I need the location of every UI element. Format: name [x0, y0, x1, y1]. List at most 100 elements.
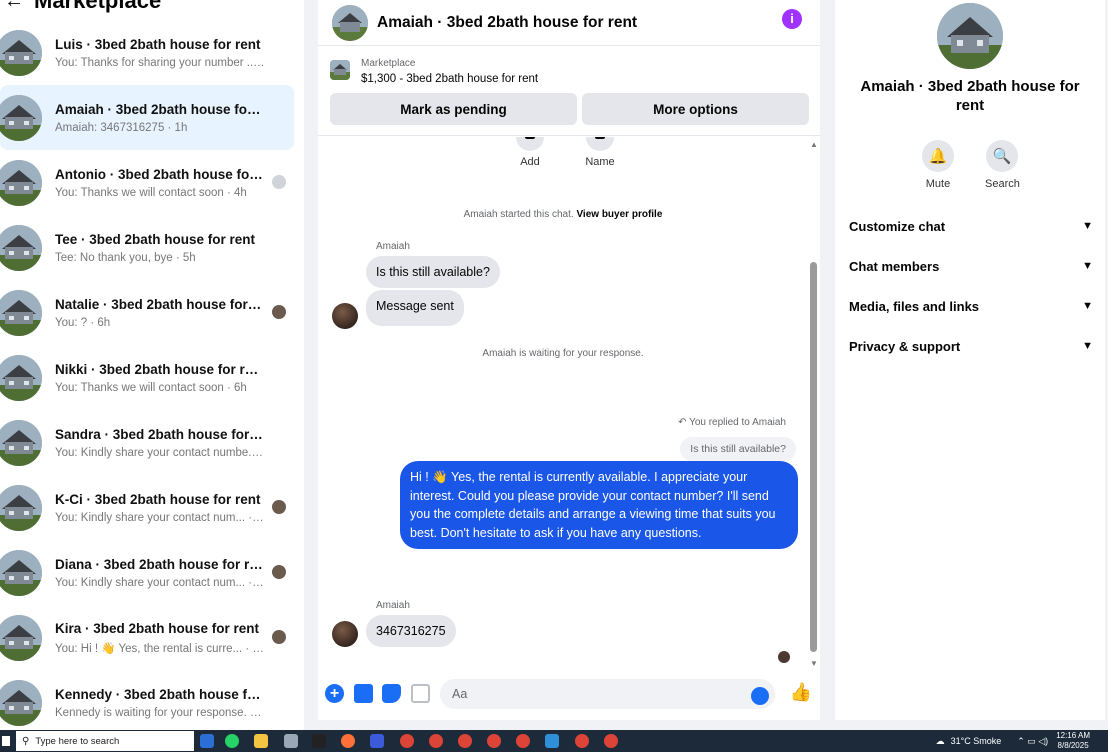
gif-icon[interactable]: [411, 684, 430, 703]
scroll-thumb[interactable]: [810, 262, 817, 652]
conversation-item[interactable]: Antonio · 3bed 2bath house for ... You: T…: [0, 150, 294, 215]
section-privacy-support[interactable]: Privacy & support ▼: [849, 331, 1093, 361]
listing-source: Marketplace: [361, 58, 416, 69]
conversation-item[interactable]: K-Ci · 3bed 2bath house for rent You: Kin…: [0, 475, 294, 540]
more-options-button[interactable]: More options: [582, 93, 809, 125]
chrome-icon[interactable]: [458, 734, 472, 748]
replied-notice: ↶ You replied to Amaiah: [678, 417, 786, 428]
tray-icons[interactable]: ⌃ ▭ ◁): [1017, 736, 1048, 747]
conversation-thumbnail: [0, 29, 42, 76]
conversation-text: Luis · 3bed 2bath house for rent You: Tha…: [55, 37, 265, 69]
chat-panel: Amaiah · 3bed 2bath house for rent i Mar…: [318, 0, 820, 720]
chrome-icon[interactable]: [429, 734, 443, 748]
conversation-item[interactable]: Sandra · 3bed 2bath house for rent You: K…: [0, 410, 294, 475]
photos-icon[interactable]: [545, 734, 559, 748]
chrome-icon[interactable]: [400, 734, 414, 748]
pencil-icon: [586, 137, 614, 151]
calculator-icon[interactable]: [200, 734, 214, 748]
conversation-item[interactable]: Nikki · 3bed 2bath house for rent You: Th…: [0, 345, 294, 410]
chevron-down-icon: ▼: [1082, 220, 1093, 232]
app-icon[interactable]: [284, 734, 298, 748]
conversation-thumbnail: [0, 484, 42, 531]
chrome-icon[interactable]: [575, 734, 589, 748]
conversation-item[interactable]: Amaiah · 3bed 2bath house for rent Amaiah…: [0, 85, 294, 150]
search-action[interactable]: 🔍 Search: [985, 140, 1020, 190]
whatsapp-icon[interactable]: [225, 734, 239, 748]
conversation-snippet: Amaiah: 3467316275 · 1h: [55, 121, 188, 134]
sender-label: Amaiah: [376, 241, 410, 252]
back-arrow-icon[interactable]: ←: [4, 0, 24, 13]
scroll-down-icon[interactable]: ▼: [810, 659, 818, 668]
sender-avatar[interactable]: [332, 621, 358, 647]
chat-title[interactable]: Amaiah · 3bed 2bath house for rent: [377, 14, 637, 32]
sticker-icon[interactable]: [382, 684, 401, 703]
chrome-icon[interactable]: [516, 734, 530, 748]
chrome-icon[interactable]: [604, 734, 618, 748]
conversation-item[interactable]: Kennedy · 3bed 2bath house for re... Kenn…: [0, 670, 294, 730]
message-input[interactable]: Aa: [440, 679, 775, 709]
section-label: Privacy & support: [849, 338, 961, 354]
emoji-icon[interactable]: [751, 687, 769, 705]
view-buyer-profile-link[interactable]: View buyer profile: [576, 209, 662, 220]
clock-time: 12:16 AM: [1056, 731, 1090, 740]
conversation-thumbnail: [0, 289, 42, 336]
conversation-name: Luis · 3bed 2bath house for rent: [55, 36, 261, 52]
weather-text[interactable]: 31°C Smoke: [951, 736, 1002, 746]
upwork-icon[interactable]: [312, 734, 326, 748]
conversation-item[interactable]: Diana · 3bed 2bath house for rent You: Ki…: [0, 540, 294, 605]
conversation-text: Antonio · 3bed 2bath house for ... You: T…: [55, 167, 265, 199]
incoming-message: Message sent: [366, 290, 464, 326]
app-icon[interactable]: [370, 734, 384, 748]
search-icon: 🔍: [986, 140, 1018, 172]
name-label: Name: [585, 156, 615, 168]
taskbar-search[interactable]: ⚲ Type here to search: [16, 731, 194, 751]
conversation-item[interactable]: Luis · 3bed 2bath house for rent You: Tha…: [0, 20, 294, 85]
conversation-name: Kira · 3bed 2bath house for rent: [55, 620, 260, 636]
name-action[interactable]: Name: [585, 137, 615, 168]
section-customize-chat[interactable]: Customize chat ▼: [849, 211, 1093, 241]
info-icon[interactable]: i: [782, 9, 802, 29]
thread-scrollbar[interactable]: ▲ ▼: [809, 140, 818, 668]
bell-icon: 🔔: [922, 140, 954, 172]
conversation-item[interactable]: Tee · 3bed 2bath house for rent Tee: No t…: [0, 215, 294, 280]
clock[interactable]: 12:16 AM 8/8/2025: [1056, 731, 1090, 751]
chrome-icon[interactable]: [487, 734, 501, 748]
plus-icon[interactable]: +: [325, 684, 344, 703]
section-media-files-links[interactable]: Media, files and links ▼: [849, 291, 1093, 321]
conversation-snippet: You: Kindly share your contact numbe... …: [55, 446, 265, 459]
firefox-icon[interactable]: [341, 734, 355, 748]
sender-avatar[interactable]: [332, 303, 358, 329]
conversation-name: Natalie · 3bed 2bath house for r...: [55, 296, 265, 312]
listing-thumbnail[interactable]: [332, 4, 368, 41]
windows-taskbar: ⚲ Type here to search ☁ 31°C Smoke ⌃ ▭ ◁…: [0, 730, 1108, 752]
scroll-up-icon[interactable]: ▲: [810, 140, 818, 149]
replied-text: You replied to Amaiah: [689, 417, 786, 428]
mute-label: Mute: [925, 178, 951, 190]
conversation-snippet: You: Thanks we will contact soon · 4h: [55, 186, 247, 199]
conversation-text: Sandra · 3bed 2bath house for rent You: K…: [55, 427, 265, 459]
conversation-name: Tee · 3bed 2bath house for rent: [55, 231, 256, 247]
sidebar-header: ← Marketplace: [0, 0, 161, 16]
quoted-message[interactable]: Is this still available?: [680, 437, 796, 461]
listing-banner: Marketplace $1,300 - 3bed 2bath house fo…: [318, 48, 820, 136]
conversation-snippet: You: Kindly share your contact num... · …: [55, 511, 265, 524]
conversation-name: Sandra · 3bed 2bath house for rent: [55, 426, 265, 442]
listing-avatar[interactable]: [937, 3, 1003, 69]
section-chat-members[interactable]: Chat members ▼: [849, 251, 1093, 281]
listing-price[interactable]: $1,300 - 3bed 2bath house for rent: [361, 73, 538, 85]
conversation-name: Antonio · 3bed 2bath house for ...: [55, 166, 265, 182]
mark-as-pending-button[interactable]: Mark as pending: [330, 93, 577, 125]
mute-action[interactable]: 🔔 Mute: [921, 140, 955, 190]
message-thread[interactable]: Add Name Amaiah started this chat. View …: [318, 137, 820, 669]
conversation-item[interactable]: Kira · 3bed 2bath house for rent You: Hi …: [0, 605, 294, 670]
system-tray: ☁ 31°C Smoke ⌃ ▭ ◁) 12:16 AM 8/8/2025: [936, 730, 1108, 752]
search-icon: ⚲: [22, 735, 30, 747]
listing-small-thumbnail[interactable]: [330, 60, 350, 80]
incoming-message: 3467316275: [366, 615, 456, 647]
conversation-item[interactable]: Natalie · 3bed 2bath house for r... You: …: [0, 280, 294, 345]
photo-icon[interactable]: [354, 684, 373, 703]
start-icon[interactable]: [2, 736, 10, 746]
thumbs-up-icon[interactable]: 👍: [790, 682, 812, 703]
add-action[interactable]: Add: [515, 137, 545, 168]
file-explorer-icon[interactable]: [254, 734, 268, 748]
